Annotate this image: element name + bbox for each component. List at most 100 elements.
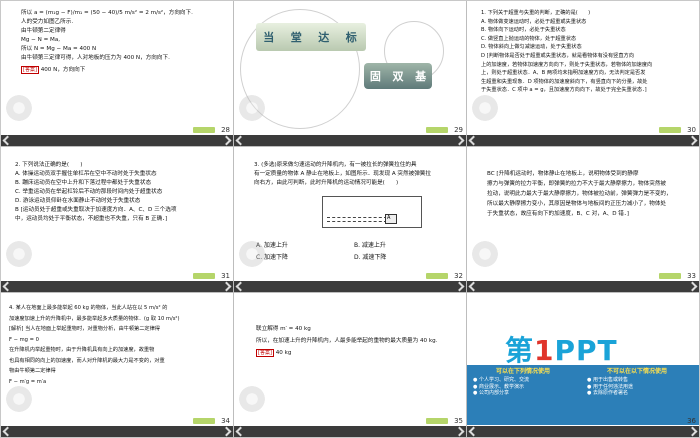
logo-text-first: 第 bbox=[505, 334, 535, 367]
title-char: 标 bbox=[345, 31, 359, 44]
slide-nav-bar bbox=[467, 426, 699, 437]
section-subtitle: 固 双 基 bbox=[364, 63, 432, 89]
ppt-logo-icon bbox=[659, 273, 681, 279]
slide-nav-bar bbox=[234, 281, 466, 292]
prev-arrow-icon[interactable] bbox=[235, 135, 246, 146]
text-line: A. 物体做变速运动时，必处于超重或失重状态 bbox=[481, 18, 587, 25]
slide-thumbnail-29[interactable]: 当 堂 达 标 固 双 基 29 bbox=[234, 1, 466, 146]
text-line: C. 做竖直上抛运动的物体，处于超重状态 bbox=[481, 35, 577, 42]
ppt-logo-icon bbox=[426, 418, 448, 424]
title-char: 当 bbox=[263, 31, 277, 44]
slide-thumbnail-36[interactable]: 第1PPT 可以在下列情况使用 ● 个人学习、研究、交流 ● 商业展示、教学演示… bbox=[467, 293, 699, 437]
text-line: 由牛顿第三定律可得，人对地板的压力为 400 N，方向向下. bbox=[21, 55, 170, 61]
flower-decoration-icon bbox=[467, 224, 525, 284]
prev-arrow-icon[interactable] bbox=[235, 281, 246, 292]
text-line: 上的加速度，若物体加速度方向向下，则处于失重状态，若物体的加速度向 bbox=[481, 61, 653, 68]
slide-thumbnail-30[interactable]: 1. 下列关于超重与失重的判断，正确的是( ) A. 物体做变速运动时，必处于超… bbox=[467, 1, 699, 146]
text-line: 加速度加速上升的升降机中，最多能举起多大质量的物体．(g 取 10 m/s²) bbox=[9, 315, 180, 322]
option-item: B. 减速上升 bbox=[354, 242, 386, 249]
forbidden-item: ● 去除原作者署名 bbox=[587, 390, 628, 397]
flower-decoration-icon bbox=[1, 78, 59, 138]
text-line: B. 蹦床运动员在空中上升和下落过程中都处于失重状态 bbox=[15, 180, 152, 186]
slide-number: 29 bbox=[454, 126, 463, 134]
slide-thumbnail-28[interactable]: 所以 a = (m₁g − F)/m₁ = (50 − 40)/5 m/s² =… bbox=[1, 1, 233, 146]
text-line: 联立解得 m′ = 40 kg bbox=[256, 326, 311, 332]
slide-number: 36 bbox=[687, 417, 696, 425]
slide-thumbnail-31[interactable]: 2. 下列说法正确的是( ) A. 体操运动员双手握住单杠吊在空中不动时处于失重… bbox=[1, 147, 233, 292]
text-line: 拉动，说明此力最大于最大静摩擦力，物体被拉动前，弹簧弹力是不变的， bbox=[487, 191, 672, 197]
text-line: 擦力与弹簧的拉力平衡，即弹簧的拉力不大于最大静摩擦力，物体突然被 bbox=[487, 181, 667, 187]
slide-thumbnail-35[interactable]: 联立解得 m′ = 40 kg 所以，在加速上升的升降机内，人最多能举起的重物的… bbox=[234, 293, 466, 437]
text-line: 上，则处于超重状态．A、B 两项均未指明加速度方向，无法判定是否发 bbox=[481, 70, 646, 77]
text-line: C. 举重运动员在举起杠铃后不动的那段时间内处于超重状态 bbox=[15, 189, 163, 195]
text-line: 2. 下列说法正确的是( ) bbox=[15, 162, 83, 168]
next-arrow-icon[interactable] bbox=[687, 135, 698, 146]
prev-arrow-icon[interactable] bbox=[468, 135, 479, 146]
text-line: 于失重状态，故应有向下的加速度，B、C 对，A、D 错．] bbox=[487, 211, 629, 217]
prev-arrow-icon[interactable] bbox=[2, 426, 13, 437]
text-line: 在升降机内举起重物时，由于升降机具有向上的加速度，故重物 bbox=[9, 347, 155, 353]
forbidden-usage-column: 不可以在以下情况使用 ● 用于出售或转售 ● 用于任何违法用途 ● 去除原作者署… bbox=[587, 368, 687, 397]
prev-arrow-icon[interactable] bbox=[2, 135, 13, 146]
next-arrow-icon[interactable] bbox=[221, 135, 232, 146]
text-line: Mg − N = Ma, bbox=[21, 37, 61, 43]
next-arrow-icon[interactable] bbox=[454, 426, 465, 437]
usage-info-panel: 可以在下列情况使用 ● 个人学习、研究、交流 ● 商业展示、教学演示 ● 公司内… bbox=[467, 365, 699, 425]
ppt-logo-icon bbox=[193, 418, 215, 424]
slide-number: 32 bbox=[454, 272, 463, 280]
slide-thumbnail-32[interactable]: 3. (多选)原来做匀速运动的升降机内，有一被拉长的弹簧拉住的具 有一定质量的物… bbox=[234, 147, 466, 292]
section-title: 当 堂 达 标 bbox=[256, 23, 366, 51]
allowed-item: ● 公司内部分享 bbox=[473, 390, 509, 397]
text-line: D. 游泳运动员仰卧在水面静止不动时处于失重状态 bbox=[15, 198, 141, 204]
slide-thumbnail-grid: 所以 a = (m₁g − F)/m₁ = (50 − 40)/5 m/s² =… bbox=[1, 1, 699, 437]
ppt-logo-icon bbox=[193, 127, 215, 133]
next-arrow-icon[interactable] bbox=[687, 281, 698, 292]
prev-arrow-icon[interactable] bbox=[468, 426, 479, 437]
text-line: B [运动员处于超重或失重取决于加速度方向．A、C、D 三个选项 bbox=[15, 207, 177, 213]
answer-tag: [答案] bbox=[256, 349, 274, 357]
next-arrow-icon[interactable] bbox=[454, 281, 465, 292]
text-line: 所以 a = (m₁g − F)/m₁ = (50 − 40)/5 m/s² =… bbox=[21, 10, 193, 16]
allowed-usage-column: 可以在下列情况使用 ● 个人学习、研究、交流 ● 商业展示、教学演示 ● 公司内… bbox=[473, 368, 573, 397]
slide-text: 2. 下列说法正确的是( ) A. 体操运动员双手握住单杠吊在空中不动时处于失重… bbox=[15, 161, 223, 224]
next-arrow-icon[interactable] bbox=[221, 281, 232, 292]
text-line: 1. 下列关于超重与失重的判断，正确的是( ) bbox=[481, 10, 591, 16]
prev-arrow-icon[interactable] bbox=[235, 426, 246, 437]
slide-nav-bar bbox=[1, 281, 233, 292]
text-line: 所以 N = Mg − Ma = 400 N bbox=[21, 46, 97, 52]
logo-text-ppt: PPT bbox=[554, 334, 618, 367]
slide-number: 28 bbox=[221, 126, 230, 134]
flower-decoration-icon bbox=[234, 224, 292, 284]
text-line: D [判断物体是否处于超重或失重状态，就是看物体有没有竖直方向 bbox=[481, 52, 634, 59]
next-arrow-icon[interactable] bbox=[454, 135, 465, 146]
text-line: 4. 某人在地面上最多能举起 60 kg 的物体，当此人站在以 5 m/s² 的 bbox=[9, 305, 168, 311]
ppt-logo-icon bbox=[426, 273, 448, 279]
next-arrow-icon[interactable] bbox=[221, 426, 232, 437]
flower-decoration-icon bbox=[1, 369, 59, 429]
slide-number: 31 bbox=[221, 272, 230, 280]
text-line: 向右方，由此可判断，此时升降机的运动情况可能是( ) bbox=[254, 180, 399, 186]
title-char: 堂 bbox=[290, 31, 304, 44]
answer-text: 400 N，方向向下 bbox=[40, 67, 86, 73]
text-line: 也具有相同的向上的加速度，而人对升降机的最大力是不变的，对重 bbox=[9, 357, 165, 364]
forbidden-heading: 不可以在以下情况使用 bbox=[606, 368, 667, 375]
text-line: F − mg = 0 bbox=[9, 336, 39, 343]
next-arrow-icon[interactable] bbox=[687, 426, 698, 437]
slide-nav-bar bbox=[234, 426, 466, 437]
text-line: A. 体操运动员双手握住单杠吊在空中不动时处于失重状态 bbox=[15, 171, 157, 177]
slide-thumbnail-34[interactable]: 4. 某人在地面上最多能举起 60 kg 的物体，当此人站在以 5 m/s² 的… bbox=[1, 293, 233, 437]
prev-arrow-icon[interactable] bbox=[2, 281, 13, 292]
slide-number: 34 bbox=[221, 417, 230, 425]
slide-nav-bar bbox=[1, 426, 233, 437]
text-line: 所以最大静摩擦力变小，其原因是物体与地板间的正压力减小了，物体处 bbox=[487, 201, 667, 207]
slide-nav-bar bbox=[467, 281, 699, 292]
text-line: 人的受力如图乙所示. bbox=[21, 19, 74, 25]
text-line: 中，运动员均处于平衡状态，不超重也不失重，只有 B 正确．] bbox=[15, 216, 168, 222]
slide-thumbnail-33[interactable]: BC [升降机运动时，物体静止在地板上，说明物体受到的静摩 擦力与弹簧的拉力平衡… bbox=[467, 147, 699, 292]
flower-decoration-icon bbox=[467, 78, 525, 138]
answer-text: 40 kg bbox=[275, 350, 292, 356]
ppt-logo-icon bbox=[193, 273, 215, 279]
slide-nav-bar bbox=[467, 135, 699, 146]
slide-nav-bar bbox=[234, 135, 466, 146]
prev-arrow-icon[interactable] bbox=[468, 281, 479, 292]
